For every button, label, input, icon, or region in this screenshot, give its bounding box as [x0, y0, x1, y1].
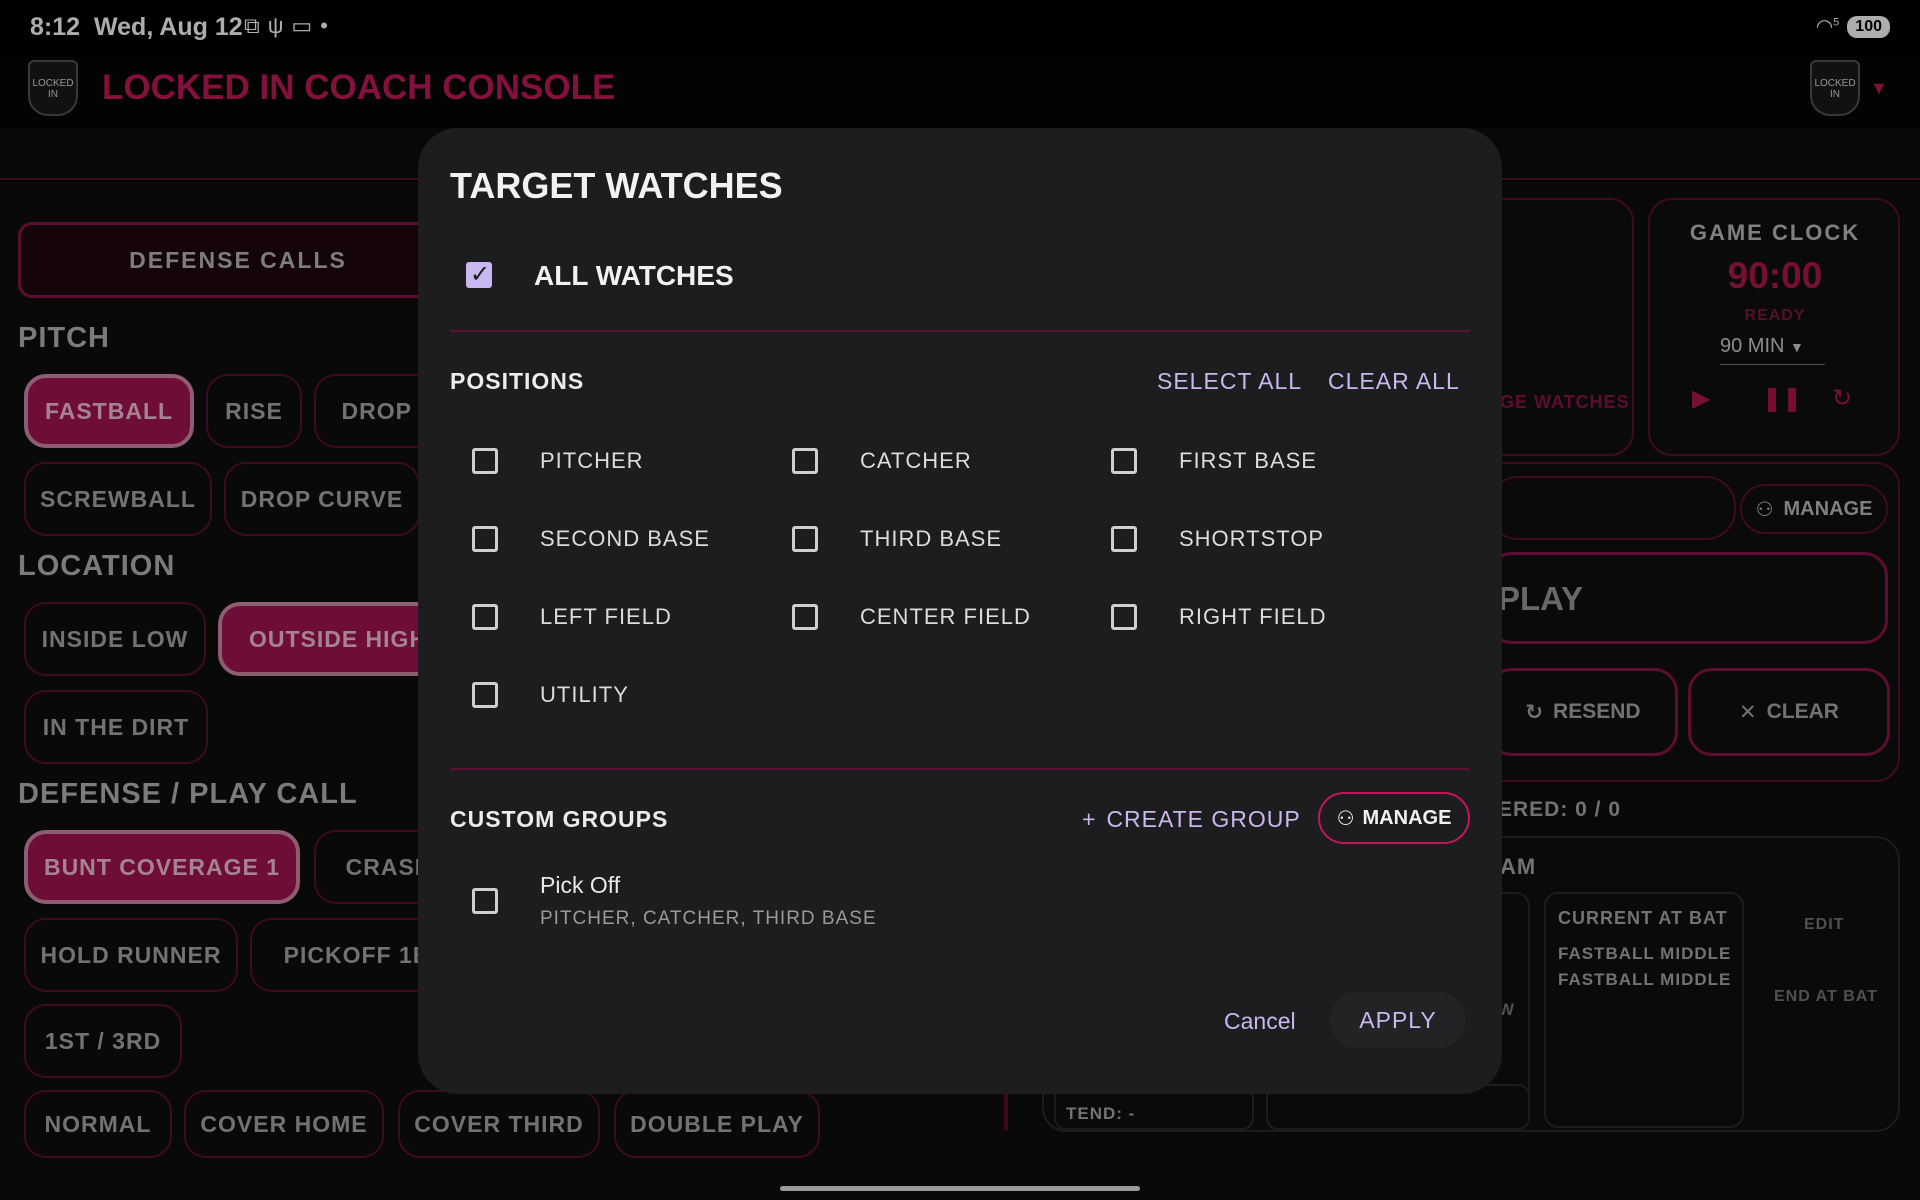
dialog-title: TARGET WATCHES	[450, 165, 783, 206]
home-indicator[interactable]	[780, 1186, 1140, 1191]
all-watches-checkbox[interactable]	[466, 260, 492, 289]
position-shortstop-checkbox[interactable]	[1111, 526, 1137, 552]
group-pick-off-checkbox[interactable]	[472, 888, 498, 914]
position-third-base-label[interactable]: THIRD BASE	[860, 526, 1002, 552]
position-left-field-checkbox[interactable]	[472, 604, 498, 630]
position-third-base-checkbox[interactable]	[792, 526, 818, 552]
position-catcher-checkbox[interactable]	[792, 448, 818, 474]
position-utility-label[interactable]: UTILITY	[540, 682, 629, 708]
position-first-base-label[interactable]: FIRST BASE	[1179, 448, 1317, 474]
position-left-field-label[interactable]: LEFT FIELD	[540, 604, 672, 630]
position-right-field-label[interactable]: RIGHT FIELD	[1179, 604, 1327, 630]
position-shortstop-label[interactable]: SHORTSTOP	[1179, 526, 1324, 552]
group-name[interactable]: Pick Off	[540, 872, 620, 899]
all-watches-label[interactable]: ALL WATCHES	[534, 260, 734, 292]
position-second-base-checkbox[interactable]	[472, 526, 498, 552]
position-first-base-checkbox[interactable]	[1111, 448, 1137, 474]
apply-button[interactable]: APPLY	[1330, 992, 1466, 1048]
position-pitcher-checkbox[interactable]	[472, 448, 498, 474]
position-right-field-checkbox[interactable]	[1111, 604, 1137, 630]
clear-all-button[interactable]: CLEAR ALL	[1328, 368, 1460, 395]
manage-groups-button[interactable]: ⚇ MANAGE	[1318, 792, 1470, 844]
position-center-field-label[interactable]: CENTER FIELD	[860, 604, 1031, 630]
cancel-button[interactable]: Cancel	[1224, 1008, 1296, 1035]
create-group-button[interactable]: + CREATE GROUP	[1082, 806, 1301, 833]
custom-groups-header: CUSTOM GROUPS	[450, 806, 669, 832]
positions-header: POSITIONS	[450, 368, 585, 394]
group-icon: ⚇	[1336, 807, 1355, 830]
position-center-field-checkbox[interactable]	[792, 604, 818, 630]
position-pitcher-label[interactable]: PITCHER	[540, 448, 644, 474]
position-second-base-label[interactable]: SECOND BASE	[540, 526, 710, 552]
position-catcher-label[interactable]: CATCHER	[860, 448, 972, 474]
select-all-button[interactable]: SELECT ALL	[1157, 368, 1302, 395]
plus-icon: +	[1082, 806, 1097, 832]
divider	[450, 330, 1470, 332]
target-watches-dialog: TARGET WATCHES ALL WATCHES POSITIONS SEL…	[418, 128, 1502, 1094]
divider	[450, 768, 1470, 770]
group-members: PITCHER, CATCHER, THIRD BASE	[540, 908, 877, 929]
position-utility-checkbox[interactable]	[472, 682, 498, 708]
